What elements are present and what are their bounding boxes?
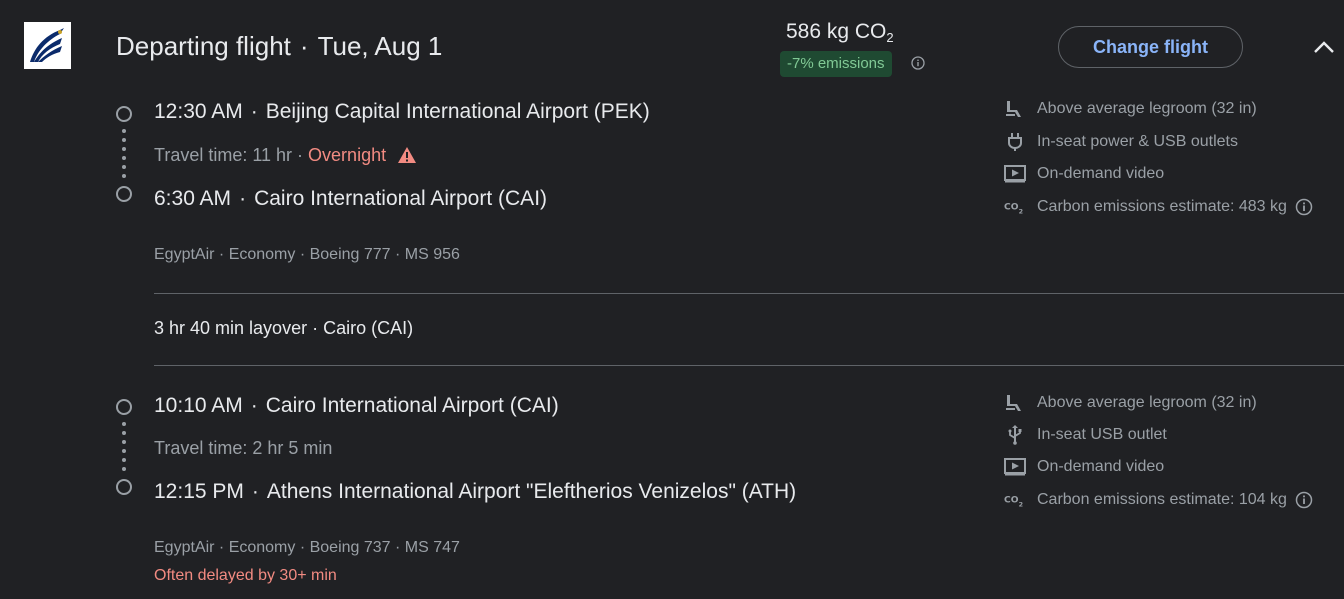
amenity-label: Above average legroom (32 in)	[1037, 100, 1257, 117]
arrival-airport: Cairo International Airport (CAI)	[254, 187, 548, 210]
amenity-label: In-seat USB outlet	[1037, 426, 1167, 443]
amenity-video: On-demand video	[1004, 164, 1164, 184]
timeline-dots	[122, 129, 126, 183]
title-separator: ·	[299, 31, 309, 61]
arrival-airport: Athens International Airport "Eleftherio…	[266, 480, 797, 503]
amenity-usb: In-seat USB outlet	[1004, 425, 1167, 445]
co2-subscript: 2	[886, 30, 894, 45]
layover-info: 3 hr 40 min layover · Cairo (CAI)	[154, 318, 414, 338]
co2-value: 586 kg CO	[786, 20, 887, 43]
arrival-time: 12:15 PM	[154, 480, 244, 503]
video-icon	[1004, 457, 1026, 477]
info-icon[interactable]	[911, 56, 925, 70]
co2-icon: CO 2	[1004, 197, 1026, 217]
egyptair-logo-icon	[24, 22, 71, 69]
segment-2-travel-time: Travel time: 2 hr 5 min	[154, 438, 333, 458]
amenity-co2: CO 2 Carbon emissions estimate: 483 kg	[1004, 197, 1313, 217]
legroom-icon	[1004, 99, 1026, 119]
travel-time: Travel time: 11 hr	[154, 145, 293, 165]
airline-logo	[24, 22, 71, 69]
info-icon[interactable]	[1295, 198, 1313, 216]
amenity-label: Carbon emissions estimate: 483 kg	[1037, 198, 1287, 215]
amenity-label: On-demand video	[1037, 458, 1165, 475]
delay-warning: Often delayed by 30+ min	[154, 567, 337, 584]
svg-text:2: 2	[1019, 500, 1023, 508]
segment-2-departure: 10:10 AM · Cairo International Airport (CA…	[154, 394, 559, 417]
arrival-circle	[116, 186, 132, 202]
amenity-label: Above average legroom (32 in)	[1037, 394, 1257, 411]
arrival-time: 6:30 AM	[154, 187, 232, 210]
svg-text:2: 2	[1019, 207, 1023, 215]
departure-circle	[116, 106, 132, 122]
power-plug-icon	[1004, 132, 1026, 152]
amenity-legroom: Above average legroom (32 in)	[1004, 99, 1257, 119]
divider	[154, 293, 1344, 294]
warning-icon	[398, 147, 417, 163]
amenity-label: On-demand video	[1037, 165, 1165, 182]
arrival-circle	[116, 479, 132, 495]
segment-2-flight-info: EgyptAir · Economy · Boeing 737 · MS 747	[154, 539, 460, 556]
chevron-up-icon[interactable]	[1311, 37, 1337, 57]
video-icon	[1004, 164, 1026, 184]
amenity-label: Carbon emissions estimate: 104 kg	[1037, 491, 1287, 508]
amenity-co2: CO 2 Carbon emissions estimate: 104 kg	[1004, 490, 1313, 510]
usb-icon	[1004, 425, 1026, 445]
co2-total: 586 kg CO2	[786, 20, 894, 45]
departure-time: 10:10 AM	[154, 394, 243, 417]
segment-2-arrival: 12:15 PM · Athens International Airport "E…	[154, 480, 797, 503]
segment-1-flight-info: EgyptAir · Economy · Boeing 777 · MS 956	[154, 246, 460, 263]
emissions-badge: -7% emissions	[780, 51, 892, 77]
amenity-video: On-demand video	[1004, 457, 1164, 477]
amenity-legroom: Above average legroom (32 in)	[1004, 393, 1257, 413]
page-title: Departing flight · Tue, Aug 1	[116, 31, 442, 62]
departure-airport: Beijing Capital International Airport (P…	[265, 100, 650, 123]
legroom-icon	[1004, 393, 1026, 413]
segment-1-travel-time: Travel time: 11 hr · Overnight	[154, 145, 417, 166]
overnight-label: Overnight	[308, 145, 387, 165]
segment-1-arrival: 6:30 AM · Cairo International Airport (CAI…	[154, 187, 548, 210]
change-flight-button[interactable]: Change flight	[1058, 26, 1243, 68]
co2-icon: CO 2	[1004, 490, 1026, 510]
title-text: Departing flight	[116, 31, 291, 61]
amenity-label: In-seat power & USB outlets	[1037, 133, 1238, 150]
amenity-power: In-seat power & USB outlets	[1004, 132, 1238, 152]
divider	[154, 365, 1344, 366]
svg-text:CO: CO	[1004, 202, 1019, 213]
departure-time: 12:30 AM	[154, 100, 243, 123]
info-icon[interactable]	[1295, 491, 1313, 509]
flight-date: Tue, Aug 1	[317, 31, 443, 61]
timeline-dots	[122, 422, 126, 476]
departure-circle	[116, 399, 132, 415]
departure-airport: Cairo International Airport (CAI)	[265, 394, 559, 417]
segment-1-departure: 12:30 AM · Beijing Capital International A…	[154, 100, 650, 123]
svg-text:CO: CO	[1004, 495, 1019, 506]
